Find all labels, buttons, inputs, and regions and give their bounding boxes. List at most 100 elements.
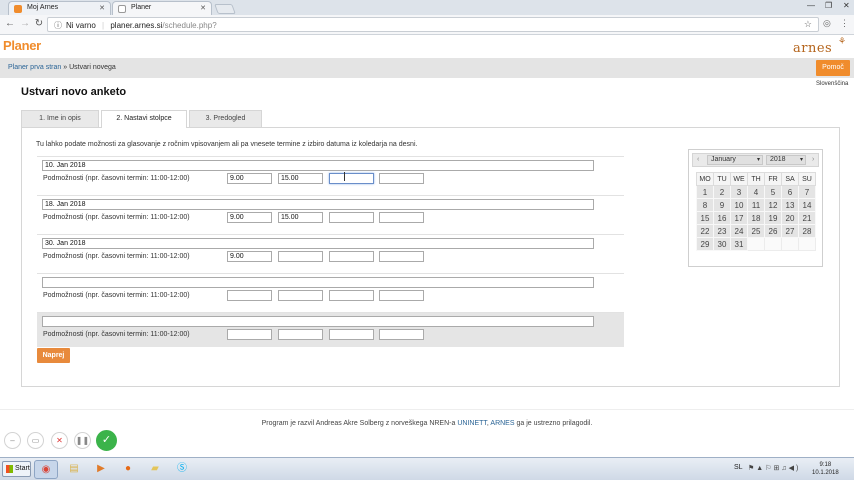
date-field[interactable] bbox=[42, 316, 594, 327]
recorder-confirm-icon[interactable]: ✓ bbox=[96, 430, 117, 451]
calendar-day[interactable]: 7 bbox=[798, 185, 816, 199]
calendar-day[interactable]: 8 bbox=[696, 198, 714, 212]
calendar-day[interactable]: 15 bbox=[696, 211, 714, 225]
calendar-day[interactable]: 21 bbox=[798, 211, 816, 225]
calendar-day[interactable]: 19 bbox=[764, 211, 782, 225]
calendar-day[interactable]: 16 bbox=[713, 211, 731, 225]
breadcrumb-home-link[interactable]: Planer prva stran bbox=[8, 64, 61, 71]
arnes-logo[interactable]: arnes ⚘ bbox=[793, 37, 846, 56]
forward-icon[interactable]: → bbox=[19, 18, 31, 29]
recorder-camera-icon[interactable]: ▭ bbox=[27, 432, 44, 449]
time-slot-field[interactable] bbox=[329, 173, 374, 184]
close-tab-icon[interactable]: ✕ bbox=[99, 4, 105, 12]
calendar-day[interactable]: 1 bbox=[696, 185, 714, 199]
calendar-day[interactable]: 29 bbox=[696, 237, 714, 251]
reload-icon[interactable]: ↻ bbox=[33, 18, 45, 29]
calendar-day[interactable]: 6 bbox=[781, 185, 799, 199]
skype-taskbar-icon[interactable]: Ⓢ bbox=[170, 460, 194, 479]
date-field[interactable]: 18. Jan 2018 bbox=[42, 199, 594, 210]
minimize-icon[interactable]: — bbox=[807, 1, 815, 10]
uninett-link[interactable]: UNINETT bbox=[457, 420, 487, 427]
calendar-day[interactable]: 10 bbox=[730, 198, 748, 212]
media-player-taskbar-icon[interactable]: ▶ bbox=[89, 460, 113, 479]
time-slot-field[interactable] bbox=[278, 290, 323, 301]
time-slot-field[interactable] bbox=[379, 329, 424, 340]
arnes-link[interactable]: ARNES bbox=[490, 420, 514, 427]
browser-tab-moj-arnes[interactable]: Moj Arnes ✕ bbox=[8, 1, 111, 15]
calendar-day[interactable]: 23 bbox=[713, 224, 731, 238]
browser-tab-planer[interactable]: Planer ✕ bbox=[112, 1, 212, 15]
date-field[interactable] bbox=[42, 277, 594, 288]
tab-name-description[interactable]: 1. Ime in opis bbox=[21, 110, 99, 127]
calendar-day[interactable]: 12 bbox=[764, 198, 782, 212]
calendar-day[interactable]: 4 bbox=[747, 185, 765, 199]
time-slot-field[interactable] bbox=[329, 329, 374, 340]
time-slot-field[interactable] bbox=[227, 290, 272, 301]
calendar-day[interactable]: 11 bbox=[747, 198, 765, 212]
time-slot-field[interactable]: 15.00 bbox=[278, 212, 323, 223]
calendar-day[interactable]: 30 bbox=[713, 237, 731, 251]
bookmark-star-icon[interactable]: ☆ bbox=[804, 19, 812, 30]
calendar-day[interactable]: 18 bbox=[747, 211, 765, 225]
time-slot-field[interactable] bbox=[278, 329, 323, 340]
calendar-day[interactable]: 25 bbox=[747, 224, 765, 238]
system-clock[interactable]: 9:18 10.1.2018 bbox=[812, 461, 839, 477]
calendar-day[interactable]: 20 bbox=[781, 211, 799, 225]
time-slot-field[interactable]: 15.00 bbox=[278, 173, 323, 184]
tab-preview[interactable]: 3. Predogled bbox=[189, 110, 262, 127]
calendar-day[interactable]: 17 bbox=[730, 211, 748, 225]
month-select[interactable]: January ▾ bbox=[707, 155, 763, 165]
new-tab-button[interactable] bbox=[214, 4, 236, 14]
system-tray-icons[interactable]: ⚑▲⚐⊞♫◀) bbox=[748, 464, 800, 472]
time-slot-field[interactable] bbox=[227, 329, 272, 340]
time-slot-field[interactable] bbox=[379, 212, 424, 223]
close-window-icon[interactable]: ✕ bbox=[843, 1, 850, 10]
start-button[interactable]: Start bbox=[2, 461, 31, 477]
calendar-day[interactable]: 9 bbox=[713, 198, 731, 212]
language-link[interactable]: Slovenščina bbox=[816, 81, 848, 87]
back-icon[interactable]: ← bbox=[4, 18, 16, 29]
tab-set-columns[interactable]: 2. Nastavi stolpce bbox=[101, 110, 187, 128]
date-field[interactable]: 10. Jan 2018 bbox=[42, 160, 594, 171]
calendar-day[interactable]: 13 bbox=[781, 198, 799, 212]
recorder-cancel-icon[interactable]: ✕ bbox=[51, 432, 68, 449]
chrome-taskbar-icon[interactable]: ◉ bbox=[34, 460, 58, 479]
next-month-icon[interactable]: › bbox=[812, 156, 814, 163]
input-language[interactable]: SL bbox=[734, 464, 743, 471]
prev-month-icon[interactable]: ‹ bbox=[697, 156, 699, 163]
date-field[interactable]: 30. Jan 2018 bbox=[42, 238, 594, 249]
info-icon[interactable]: ⓘ bbox=[54, 21, 62, 30]
time-slot-field[interactable] bbox=[329, 251, 374, 262]
next-button[interactable]: Naprej bbox=[37, 348, 70, 363]
extension-icon[interactable]: ◎ bbox=[823, 18, 831, 29]
time-slot-field[interactable]: 9.00 bbox=[227, 173, 272, 184]
time-slot-field[interactable] bbox=[329, 290, 374, 301]
calendar-day[interactable]: 31 bbox=[730, 237, 748, 251]
year-select[interactable]: 2018 ▾ bbox=[766, 155, 806, 165]
time-slot-field[interactable] bbox=[278, 251, 323, 262]
planer-logo[interactable]: Planer bbox=[3, 38, 41, 53]
calendar-day[interactable]: 5 bbox=[764, 185, 782, 199]
maximize-icon[interactable]: ❐ bbox=[825, 1, 832, 10]
calendar-day[interactable]: 22 bbox=[696, 224, 714, 238]
calendar-day[interactable]: 2 bbox=[713, 185, 731, 199]
calendar-day[interactable]: 26 bbox=[764, 224, 782, 238]
time-slot-field[interactable]: 9.00 bbox=[227, 212, 272, 223]
recorder-pause-icon[interactable]: ❚❚ bbox=[74, 432, 91, 449]
time-slot-field[interactable] bbox=[379, 290, 424, 301]
time-slot-field[interactable] bbox=[379, 251, 424, 262]
calendar-day[interactable]: 14 bbox=[798, 198, 816, 212]
address-bar[interactable]: ⓘ Ni varno | planer.arnes.si/schedule.php… bbox=[47, 17, 819, 32]
firefox-taskbar-icon[interactable]: ● bbox=[116, 460, 140, 479]
time-slot-field[interactable]: 9.00 bbox=[227, 251, 272, 262]
recorder-collapse-icon[interactable]: – bbox=[4, 432, 21, 449]
help-button[interactable]: Pomoč bbox=[816, 60, 850, 76]
time-slot-field[interactable] bbox=[329, 212, 374, 223]
explorer-taskbar-icon[interactable]: ▤ bbox=[62, 460, 86, 479]
menu-icon[interactable]: ⋮ bbox=[840, 18, 849, 29]
calendar-day[interactable]: 27 bbox=[781, 224, 799, 238]
calendar-day[interactable]: 3 bbox=[730, 185, 748, 199]
calendar-day[interactable]: 28 bbox=[798, 224, 816, 238]
time-slot-field[interactable] bbox=[379, 173, 424, 184]
close-tab-icon[interactable]: ✕ bbox=[200, 4, 206, 12]
